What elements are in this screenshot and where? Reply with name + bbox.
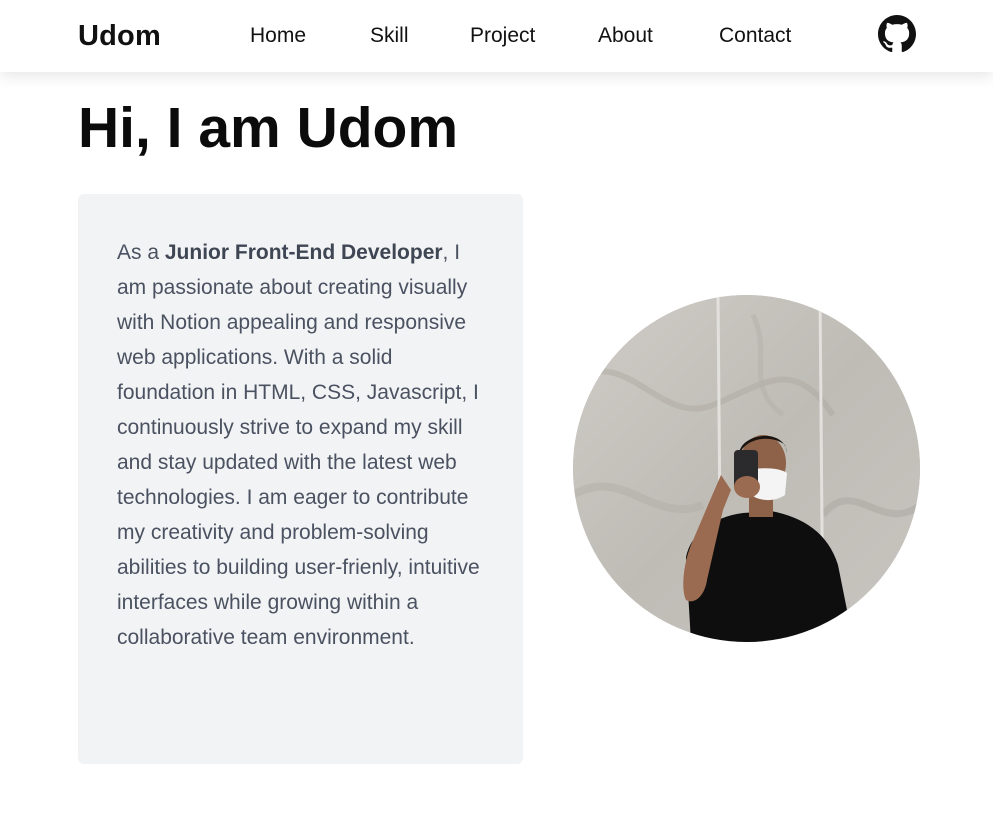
bio-body: , I am passionate about creating visuall… [117, 241, 480, 649]
bio-card: As a Junior Front-End Developer, I am pa… [78, 194, 523, 764]
github-icon[interactable] [878, 15, 916, 53]
navbar: Udom Home Skill Project About Contact [0, 0, 993, 72]
bio-paragraph: As a Junior Front-End Developer, I am pa… [117, 235, 485, 655]
nav-link-home[interactable]: Home [250, 22, 306, 50]
page-title: Hi, I am Udom [78, 96, 459, 160]
nav-link-about[interactable]: About [598, 22, 653, 50]
profile-photo [573, 295, 920, 642]
nav-links: Home Skill Project About Contact [0, 0, 993, 72]
nav-link-project[interactable]: Project [470, 22, 535, 50]
bio-role: Junior Front-End Developer [164, 241, 443, 264]
nav-link-skill[interactable]: Skill [370, 22, 409, 50]
nav-link-contact[interactable]: Contact [719, 22, 791, 50]
bio-prefix: As a [117, 241, 165, 264]
